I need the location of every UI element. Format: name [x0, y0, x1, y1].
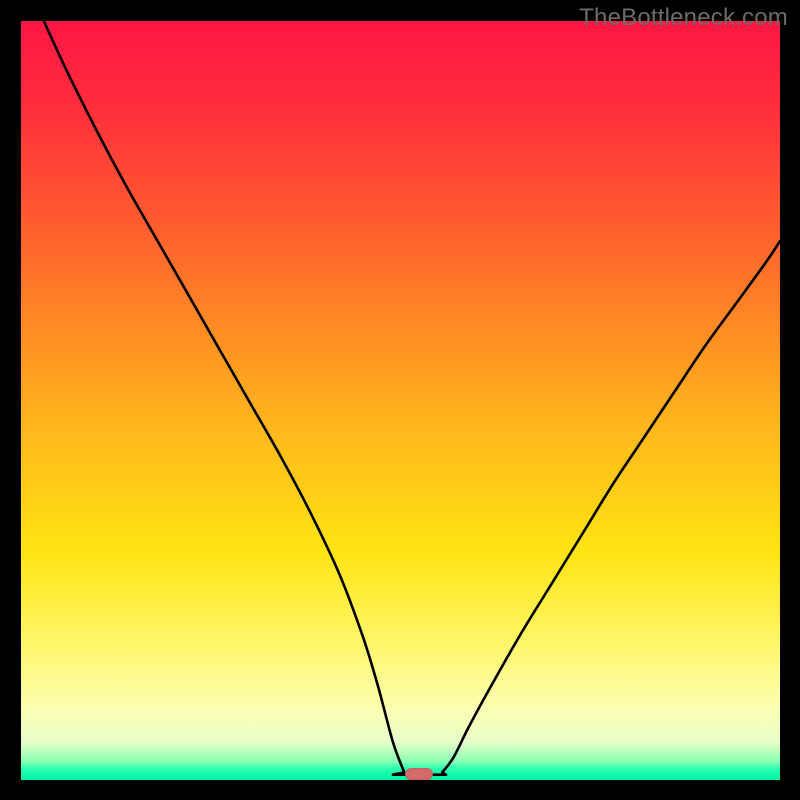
chart-frame: TheBottleneck.com [0, 0, 800, 800]
watermark-text: TheBottleneck.com [579, 4, 788, 32]
curve-layer [21, 21, 780, 780]
plot-area [21, 21, 780, 780]
bottleneck-curve [43, 21, 779, 775]
bottleneck-marker [405, 768, 433, 779]
